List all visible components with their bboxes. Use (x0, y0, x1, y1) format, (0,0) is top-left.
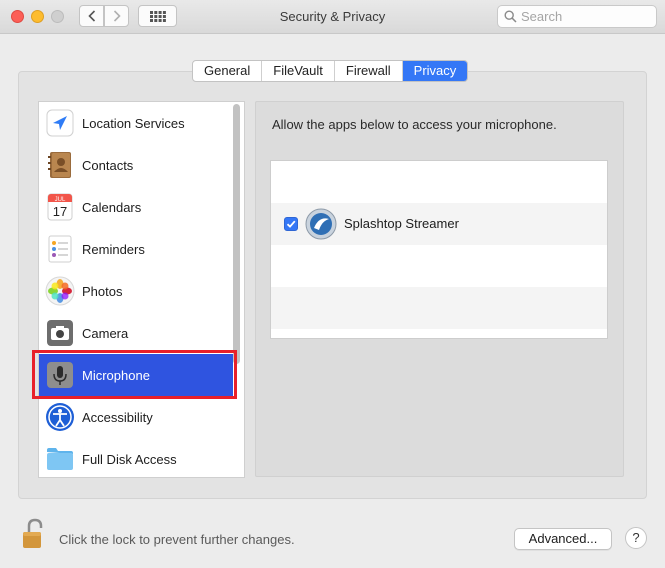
tab-general[interactable]: General (193, 61, 263, 81)
selection-highlight-box (32, 350, 237, 399)
sidebar-item-label: Reminders (82, 241, 145, 257)
sidebar-item-calendars[interactable]: JUL 17 Calendars (39, 186, 233, 228)
splashtop-icon (305, 208, 337, 240)
tab-firewall[interactable]: Firewall (335, 61, 403, 81)
list-row-empty (271, 161, 607, 203)
app-list: Splashtop Streamer (270, 160, 608, 339)
sidebar-item-full-disk-access[interactable]: Full Disk Access (39, 438, 233, 477)
camera-icon (47, 320, 73, 346)
folder-icon (47, 448, 73, 470)
sidebar-item-contacts[interactable]: Contacts (39, 144, 233, 186)
sidebar-item-photos[interactable]: Photos (39, 270, 233, 312)
titlebar: Security & Privacy (0, 0, 665, 34)
photos-flower-icon (45, 276, 75, 306)
sidebar-item-label: Contacts (82, 157, 134, 173)
tab-bar: General FileVault Firewall Privacy (192, 60, 469, 82)
lock-icon[interactable] (22, 518, 46, 550)
calendar-icon: JUL 17 (47, 193, 73, 221)
list-row-empty (271, 287, 607, 329)
calendar-month-text: JUL (55, 197, 66, 203)
app-name: Splashtop Streamer (344, 216, 459, 231)
sidebar-item-label: Accessibility (82, 409, 153, 425)
calendar-day-text: 17 (53, 204, 67, 219)
advanced-button[interactable]: Advanced... (514, 528, 612, 550)
tab-filevault[interactable]: FileVault (262, 61, 335, 81)
sidebar-item-label: Location Services (82, 115, 185, 131)
sidebar-item-accessibility[interactable]: Accessibility (39, 396, 233, 438)
privacy-category-list: Location Services Contacts JUL 17 Calend… (38, 101, 245, 478)
checkmark-icon (286, 220, 296, 228)
permission-caption: Allow the apps below to access your micr… (272, 117, 557, 132)
accessibility-icon (46, 403, 74, 431)
sidebar-scrollbar[interactable] (233, 104, 240, 364)
location-arrow-icon (46, 109, 74, 137)
app-permission-checkbox[interactable] (284, 217, 298, 231)
search-icon (504, 10, 517, 23)
lock-status-text: Click the lock to prevent further change… (59, 532, 295, 547)
list-item[interactable]: Splashtop Streamer (271, 203, 607, 245)
sidebar-item-camera[interactable]: Camera (39, 312, 233, 354)
search-input[interactable] (521, 9, 649, 24)
reminders-list-icon (48, 235, 72, 263)
search-field[interactable] (497, 5, 657, 28)
sidebar-item-label: Camera (82, 325, 129, 341)
tab-privacy[interactable]: Privacy (402, 61, 468, 81)
sidebar-item-reminders[interactable]: Reminders (39, 228, 233, 270)
sidebar-item-label: Photos (82, 283, 123, 299)
sidebar-item-label: Calendars (82, 199, 142, 215)
contacts-book-icon (48, 152, 71, 178)
sidebar-item-location-services[interactable]: Location Services (39, 102, 233, 144)
help-button[interactable]: ? (625, 527, 647, 549)
sidebar-item-label: Full Disk Access (82, 451, 177, 467)
list-row-empty (271, 245, 607, 287)
